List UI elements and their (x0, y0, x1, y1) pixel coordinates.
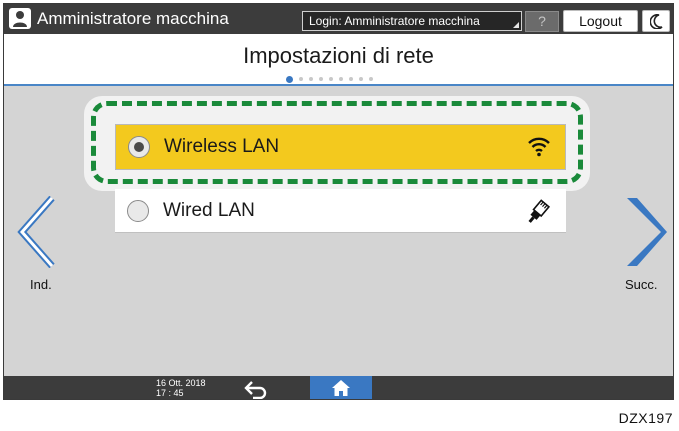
date-label: 16 Ott. 2018 (156, 378, 206, 388)
energy-saver-button[interactable] (642, 10, 670, 32)
option-wireless-lan[interactable]: Wireless LAN (115, 124, 566, 170)
page-indicator (286, 75, 373, 83)
page-dot (359, 77, 363, 81)
page-dot (319, 77, 323, 81)
back-label: Ind. (30, 277, 52, 292)
home-button[interactable] (310, 376, 372, 399)
option-label: Wireless LAN (164, 136, 280, 157)
page-dot (299, 77, 303, 81)
header-bar: Amministratore macchina Login: Amministr… (4, 4, 673, 34)
page-dot (329, 77, 333, 81)
logout-button[interactable]: Logout (563, 10, 638, 32)
page-title: Impostazioni di rete (243, 43, 434, 68)
home-icon (332, 380, 350, 396)
page-dot-active (286, 75, 293, 83)
page-dot (309, 77, 313, 81)
radio-button-unselected[interactable] (127, 199, 149, 222)
user-icon (9, 8, 31, 29)
title-bar: Impostazioni di rete (4, 34, 673, 86)
ethernet-icon (528, 199, 551, 223)
bottom-bar: 16 Ott. 2018 17 : 45 (4, 376, 673, 399)
back-arrow-icon (244, 381, 267, 399)
device-screen: Amministratore macchina Login: Amministr… (3, 3, 674, 400)
login-field[interactable]: Login: Amministratore macchina (302, 11, 522, 31)
next-label: Succ. (625, 277, 658, 292)
back-button[interactable] (242, 377, 272, 399)
date-time: 16 Ott. 2018 17 : 45 (156, 378, 206, 398)
option-wired-lan[interactable]: Wired LAN (115, 189, 566, 233)
wifi-icon (528, 137, 550, 157)
page-dot (339, 77, 343, 81)
page-dot (349, 77, 353, 81)
radio-button-selected[interactable] (128, 136, 150, 158)
page-dot (369, 77, 373, 81)
header-title: Amministratore macchina (37, 9, 229, 28)
option-label: Wired LAN (163, 199, 255, 221)
next-arrow-icon[interactable] (623, 196, 667, 268)
login-label: Login: Amministratore macchina (309, 14, 480, 28)
figure-caption: DZX197 (618, 410, 673, 426)
corner-indicator-icon (513, 22, 519, 28)
moon-icon (650, 14, 663, 29)
time-label: 17 : 45 (156, 388, 184, 398)
help-button[interactable]: ? (525, 11, 559, 32)
previous-arrow-icon[interactable] (16, 196, 56, 268)
